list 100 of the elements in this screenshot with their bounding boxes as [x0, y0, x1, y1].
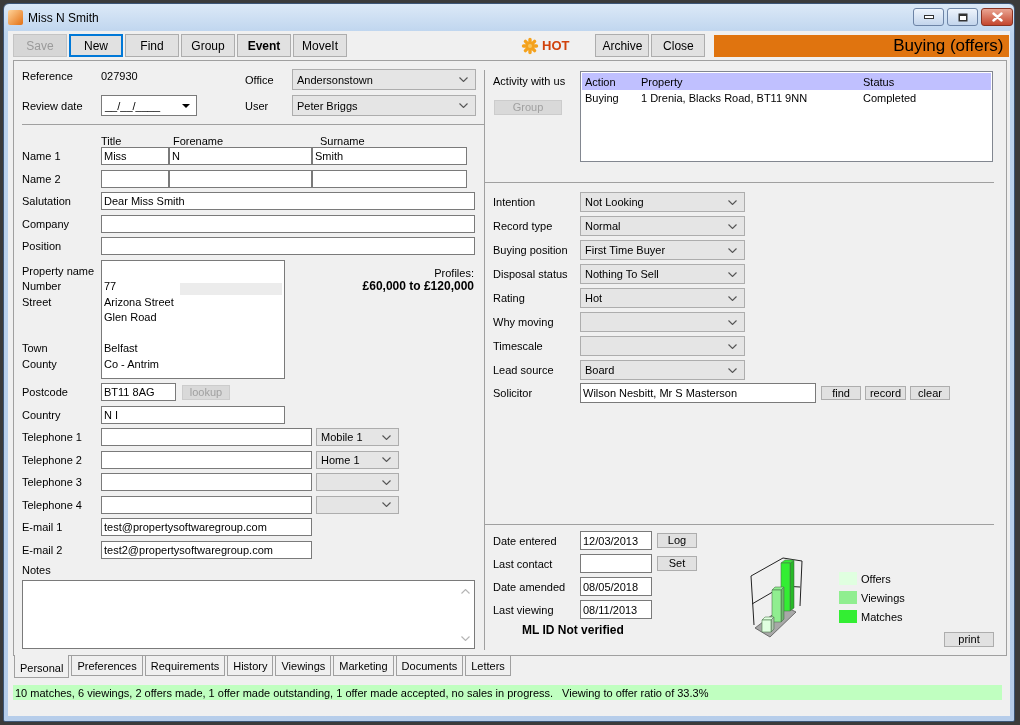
field-label: Telephone 4 [22, 498, 82, 511]
toolbar-button[interactable]: MoveIt [293, 34, 347, 57]
field-label: Last contact [493, 557, 553, 570]
minimize-button[interactable] [913, 8, 944, 26]
chevron-down-icon [728, 247, 737, 253]
tab[interactable]: Personal [14, 655, 70, 678]
telephone-field[interactable] [101, 428, 312, 446]
field-label: Postcode [22, 386, 68, 398]
text-field[interactable] [101, 237, 475, 255]
column-header: Title [101, 135, 122, 147]
app-icon [8, 10, 23, 25]
preference-dropdown[interactable]: Normal [580, 216, 745, 236]
postcode-field[interactable]: BT11 8AG [101, 383, 176, 401]
address-field[interactable]: 77 Arizona Street Glen Road Belfast Co - Antrim [101, 259, 285, 379]
date-field[interactable]: 08/05/2018 [580, 577, 652, 596]
tab[interactable]: Documents [395, 656, 464, 676]
chevron-down-icon [728, 223, 737, 229]
field-label: Why moving [493, 316, 554, 328]
chevron-down-icon [459, 103, 468, 108]
table-cell: Completed [863, 92, 917, 104]
field-label: Telephone 2 [22, 453, 82, 466]
column-header: Forename [173, 135, 224, 147]
tab[interactable]: Requirements [144, 656, 226, 676]
field-label: Date entered [493, 534, 557, 547]
field-label: Property name [22, 264, 95, 277]
field-label: Review date [22, 99, 83, 112]
field-label: Buying position [493, 244, 568, 256]
tab[interactable]: History [227, 656, 274, 676]
toolbar-button[interactable]: Event [237, 34, 291, 57]
section-label: Activity with us [493, 75, 566, 87]
field-label: Telephone 1 [22, 431, 82, 443]
toolbar-button[interactable]: Group [181, 34, 235, 57]
caret-down-icon [182, 103, 190, 108]
address-line: Belfast [104, 342, 138, 355]
toolbar-button[interactable]: Close [651, 34, 706, 57]
solicitor-button[interactable]: clear [910, 386, 950, 400]
status-ratio: Viewing to offer ratio of 33.3% [562, 686, 709, 699]
print-button[interactable]: print [944, 632, 994, 647]
date-picker-field[interactable]: __/__/____ [101, 95, 197, 116]
field-label: Salutation [22, 195, 71, 207]
solicitor-field[interactable]: Wilson Nesbitt, Mr S Masterson [580, 383, 816, 403]
date-field[interactable]: 08/11/2013 [580, 600, 652, 619]
field-label: Timescale [493, 340, 543, 352]
field-label: E-mail 1 [22, 521, 63, 533]
toolbar-button[interactable]: New [69, 34, 123, 57]
preference-dropdown[interactable]: Nothing To Sell [580, 264, 745, 284]
telephone-field[interactable] [101, 473, 312, 491]
date-button[interactable]: Set [657, 556, 697, 571]
field-label: County [22, 358, 57, 371]
field-label: Street [22, 295, 52, 308]
field-label: E-mail 2 [22, 543, 63, 556]
name-field[interactable] [101, 169, 169, 188]
field-label: Company [22, 217, 70, 230]
address-line: Glen Road [104, 311, 157, 324]
date-button[interactable]: Log [657, 533, 697, 548]
text-field[interactable] [101, 214, 475, 233]
chevron-down-icon [382, 479, 391, 485]
telephone-field[interactable] [101, 495, 312, 514]
status-summary: 10 matches, 6 viewings, 2 offers made, 1 offer made outstanding, 1 offer made accepted, no sales in progress. [15, 686, 554, 699]
field-label: Date amended [493, 580, 566, 593]
date-field[interactable] [580, 554, 652, 573]
column-header: Surname [320, 135, 365, 147]
restore-icon [957, 12, 968, 22]
text-field[interactable]: Dear Miss Smith [101, 192, 475, 210]
user-dropdown[interactable]: Peter Briggs [292, 95, 476, 116]
name-field[interactable]: Smith [312, 147, 467, 165]
legend-label: Matches [861, 610, 903, 623]
telephone-field[interactable] [101, 450, 312, 469]
office-dropdown[interactable]: Andersonstown [292, 69, 476, 90]
tab[interactable]: Preferences [71, 656, 143, 676]
preference-dropdown[interactable]: Board [580, 360, 745, 380]
chevron-down-icon [382, 457, 391, 462]
email-field[interactable]: test2@propertysoftwaregroup.com [101, 540, 312, 559]
name-field[interactable]: N [169, 147, 312, 165]
restore-button[interactable] [947, 8, 978, 26]
toolbar-button[interactable]: Find [125, 34, 179, 57]
tab[interactable]: Letters [465, 656, 511, 676]
name-field[interactable] [169, 169, 312, 188]
name-field[interactable] [312, 169, 467, 188]
country-field[interactable]: N I [101, 405, 285, 424]
phone-type-dropdown[interactable]: Mobile 1 [316, 428, 399, 446]
price-range: £60,000 to £120,000 [362, 278, 474, 293]
field-label: Country [22, 408, 61, 421]
tab[interactable]: Viewings [275, 656, 332, 676]
phone-type-dropdown[interactable]: Home 1 [316, 450, 399, 469]
preference-dropdown[interactable]: First Time Buyer [580, 240, 745, 260]
chevron-down-icon [728, 343, 737, 349]
field-label: Rating [493, 292, 525, 304]
close-button[interactable] [981, 8, 1013, 26]
chevron-down-icon [728, 367, 737, 373]
email-field[interactable]: test@propertysoftwaregroup.com [101, 518, 312, 536]
name-field[interactable]: Miss [101, 147, 169, 165]
preference-dropdown[interactable]: Hot [580, 288, 745, 308]
preference-dropdown[interactable]: Not Looking [580, 192, 745, 212]
chevron-down-icon [728, 319, 737, 325]
toolbar-button[interactable]: Archive [595, 34, 650, 57]
tab[interactable]: Marketing [333, 656, 394, 676]
date-field[interactable]: 12/03/2013 [580, 531, 652, 550]
solicitor-button[interactable]: record [865, 386, 906, 400]
solicitor-button[interactable]: find [821, 386, 861, 400]
